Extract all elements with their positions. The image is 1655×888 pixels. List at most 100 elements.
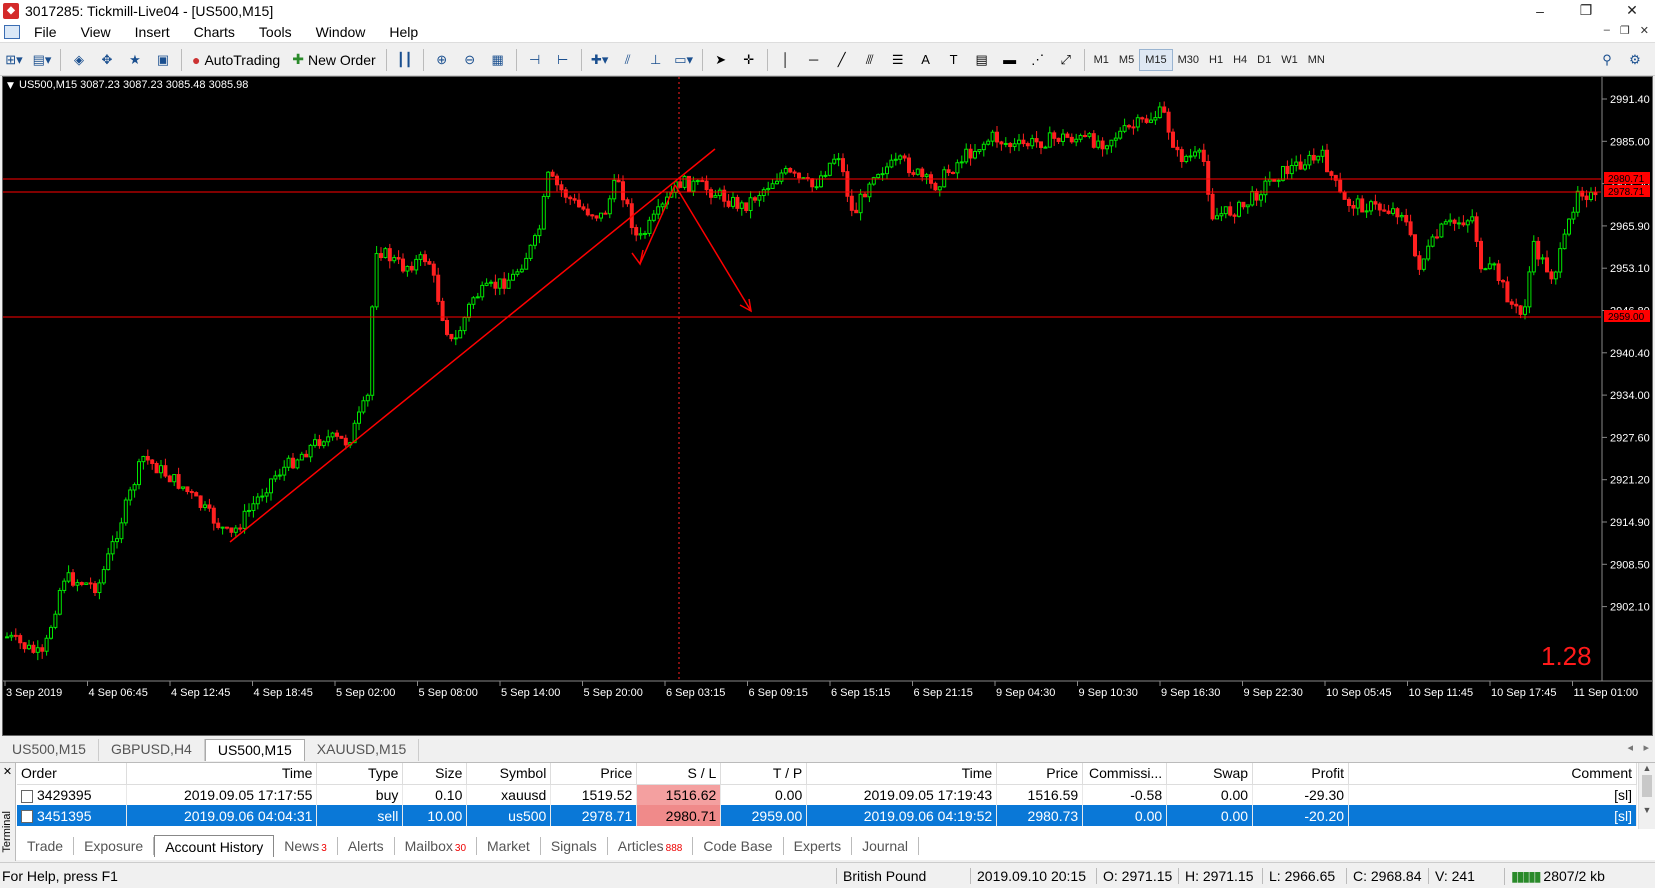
menu-window[interactable]: Window xyxy=(302,24,376,40)
timeframe-h1[interactable]: H1 xyxy=(1204,49,1228,71)
chart-tab-us500-m15[interactable]: US500,M15 xyxy=(0,739,99,761)
mdi-minimize-icon[interactable]: – xyxy=(1604,24,1610,37)
tab-signals[interactable]: Signals xyxy=(541,837,608,855)
menu-tools[interactable]: Tools xyxy=(245,24,302,40)
col-order[interactable]: Order xyxy=(17,763,128,785)
gann-icon[interactable]: ▤ xyxy=(970,48,994,72)
menu-insert[interactable]: Insert xyxy=(121,24,180,40)
scroll-down-icon[interactable]: ▼ xyxy=(1639,805,1655,815)
trendline-icon[interactable]: ╱ xyxy=(830,48,854,72)
status-profile[interactable]: British Pound xyxy=(836,868,926,884)
col-size[interactable]: Size xyxy=(402,763,468,785)
col-type[interactable]: Type xyxy=(316,763,404,785)
tab-exposure[interactable]: Exposure xyxy=(74,837,155,855)
orders-scrollbar[interactable]: ▲ ▼ xyxy=(1638,763,1655,829)
timeframe-m5[interactable]: M5 xyxy=(1114,49,1139,71)
arrow-drawing-2[interactable] xyxy=(674,184,752,312)
new-order-button[interactable]: ✚ New Order xyxy=(288,48,379,72)
terminal-close-icon[interactable]: ✕ xyxy=(0,765,15,778)
timeframe-d1[interactable]: D1 xyxy=(1252,49,1276,71)
col-sl[interactable]: S / L xyxy=(636,763,722,785)
autotrading-button[interactable]: ● AutoTrading xyxy=(188,48,284,72)
col-profit[interactable]: Profit xyxy=(1252,763,1350,785)
table-row-selected[interactable]: 3451395 2019.09.06 04:04:31 sell 10.00 u… xyxy=(17,805,1637,826)
tab-trade[interactable]: Trade xyxy=(17,837,75,855)
chart-canvas[interactable]: 2991.402985.002972.302965.902953.102946.… xyxy=(3,77,1652,735)
tab-articles[interactable]: Articles 888 xyxy=(608,837,694,855)
channel-icon[interactable]: ⫻ xyxy=(858,48,882,72)
chart-header-arrow[interactable]: ▼ xyxy=(7,81,14,91)
menu-file[interactable]: File xyxy=(20,24,67,40)
close-button[interactable]: ✕ xyxy=(1609,0,1655,21)
mdi-close-icon[interactable]: ✕ xyxy=(1640,24,1649,37)
timeframe-m1[interactable]: M1 xyxy=(1089,49,1114,71)
chart-window-icon[interactable] xyxy=(4,24,20,39)
menu-view[interactable]: View xyxy=(67,24,121,40)
indicators-icon[interactable]: ✚▾ xyxy=(588,48,612,72)
col-close-time[interactable]: Time xyxy=(806,763,998,785)
zoom-out-icon[interactable]: ⊖ xyxy=(458,48,482,72)
market-watch-icon[interactable]: ◈ xyxy=(67,48,91,72)
tabs-scroll-right-icon[interactable]: ▸ xyxy=(1643,741,1649,754)
tab-news[interactable]: News 3 xyxy=(274,837,338,855)
menu-charts[interactable]: Charts xyxy=(180,24,245,40)
chart-shift-icon[interactable]: ⊣ xyxy=(523,48,547,72)
bar-chart-icon[interactable]: ┃┃ xyxy=(393,48,417,72)
timeframe-h4[interactable]: H4 xyxy=(1228,49,1252,71)
chart-tab-gbpusd-h4[interactable]: GBPUSD,H4 xyxy=(99,739,205,761)
favorites-icon[interactable]: ★ xyxy=(123,48,147,72)
community-icon[interactable]: ⚙ xyxy=(1623,48,1647,72)
navigator-icon[interactable]: ✥ xyxy=(95,48,119,72)
col-open-price[interactable]: Price xyxy=(550,763,638,785)
col-close-price[interactable]: Price xyxy=(996,763,1084,785)
text-label-icon[interactable]: T xyxy=(942,48,966,72)
col-swap[interactable]: Swap xyxy=(1166,763,1254,785)
price-chart[interactable]: 2991.402985.002972.302965.902953.102946.… xyxy=(2,76,1653,736)
text-icon[interactable]: A xyxy=(914,48,938,72)
status-traffic[interactable]: ▮▮▮▮▮ 2807/2 kb xyxy=(1504,868,1605,885)
col-commission[interactable]: Commissi... xyxy=(1082,763,1168,785)
cursor-icon[interactable]: ➤ xyxy=(709,48,733,72)
tab-market[interactable]: Market xyxy=(477,837,541,855)
arrows-icon[interactable]: ⤢ xyxy=(1054,48,1078,72)
new-chart-icon[interactable]: ⊞▾ xyxy=(2,48,26,72)
tabs-scroll-left-icon[interactable]: ◂ xyxy=(1627,741,1633,754)
restore-button[interactable]: ❐ xyxy=(1563,0,1609,21)
templates-icon[interactable]: ▭▾ xyxy=(672,48,696,72)
tab-account-history[interactable]: Account History xyxy=(154,835,275,857)
vertical-line-icon[interactable]: │ xyxy=(774,48,798,72)
fibonacci-icon[interactable]: ☰ xyxy=(886,48,910,72)
mdi-restore-icon[interactable]: ❐ xyxy=(1620,24,1630,37)
minimize-button[interactable]: – xyxy=(1517,0,1563,21)
timeframe-m15[interactable]: M15 xyxy=(1139,48,1173,71)
chart-tab-us500-m15-active[interactable]: US500,M15 xyxy=(204,739,305,761)
col-symbol[interactable]: Symbol xyxy=(466,763,552,785)
tile-windows-icon[interactable]: ▦ xyxy=(486,48,510,72)
autoscroll-icon[interactable]: ⊢ xyxy=(551,48,575,72)
periods-icon[interactable]: ⊥ xyxy=(644,48,668,72)
col-tp[interactable]: T / P xyxy=(720,763,808,785)
trendline[interactable] xyxy=(229,148,716,543)
timeframe-mn[interactable]: MN xyxy=(1303,49,1330,71)
scroll-up-icon[interactable]: ▲ xyxy=(1639,763,1655,773)
horizontal-line-icon[interactable]: ─ xyxy=(802,48,826,72)
chart-tab-xauusd-m15[interactable]: XAUUSD,M15 xyxy=(305,739,420,761)
col-comment[interactable]: Comment xyxy=(1348,763,1637,785)
profiles-icon[interactable]: ▤▾ xyxy=(30,48,54,72)
zoom-in-icon[interactable]: ⊕ xyxy=(430,48,454,72)
tab-mailbox[interactable]: Mailbox 30 xyxy=(395,837,478,855)
period-separator-icon[interactable]: ⫽ xyxy=(616,48,640,72)
col-open-time[interactable]: Time xyxy=(126,763,318,785)
table-row[interactable]: 3429395 2019.09.05 17:17:55 buy 0.10 xau… xyxy=(17,784,1637,805)
scroll-thumb[interactable] xyxy=(1642,775,1652,797)
elliott-icon[interactable]: ⋰ xyxy=(1026,48,1050,72)
menu-help[interactable]: Help xyxy=(375,24,428,40)
arrow-drawing-1[interactable] xyxy=(639,184,676,265)
crosshair-icon[interactable]: ✛ xyxy=(737,48,761,72)
search-icon[interactable]: ⚲ xyxy=(1595,48,1619,72)
rectangle-icon[interactable]: ▬ xyxy=(998,48,1022,72)
tab-experts[interactable]: Experts xyxy=(784,837,853,855)
tab-code-base[interactable]: Code Base xyxy=(693,837,784,855)
tester-icon[interactable]: ▣ xyxy=(151,48,175,72)
tab-alerts[interactable]: Alerts xyxy=(338,837,395,855)
